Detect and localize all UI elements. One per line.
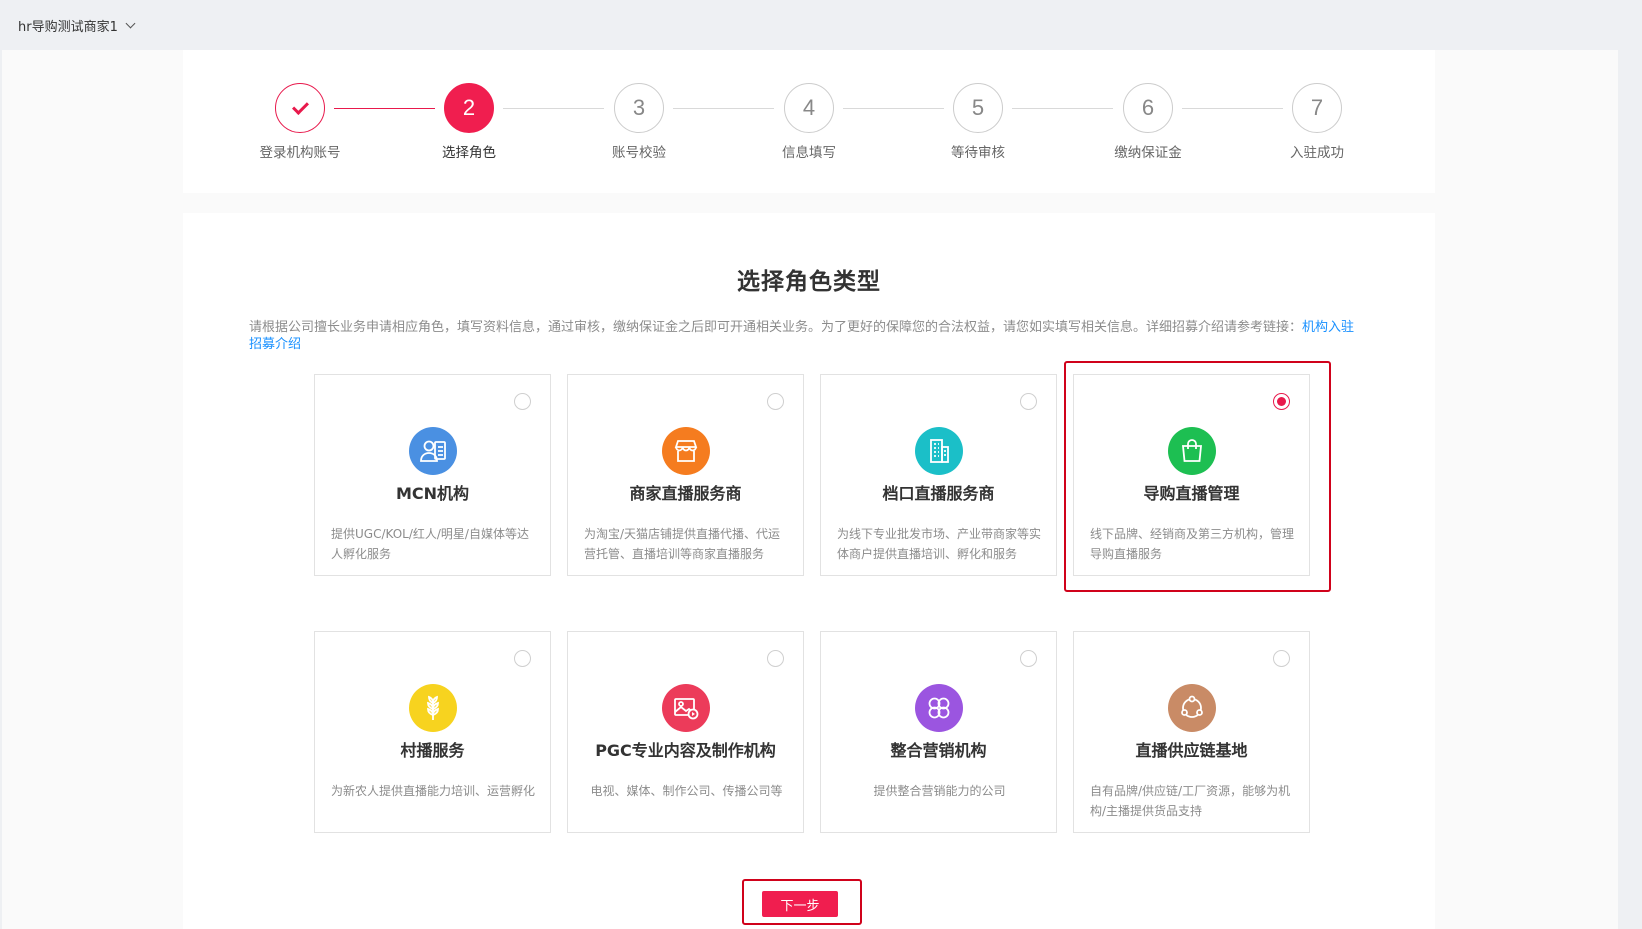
step-label: 账号校验 xyxy=(612,145,666,161)
role-name: 直播供应链基地 xyxy=(1135,741,1248,760)
step-select-role: 2 选择角色 xyxy=(409,83,529,161)
role-name: 村播服务 xyxy=(400,741,465,760)
step-info-fill: 4 信息填写 xyxy=(749,83,869,161)
role-radio[interactable] xyxy=(767,393,784,410)
role-card-mcn[interactable]: MCN机构 提供UGC/KOL/红人/明星/自媒体等达人孵化服务 xyxy=(314,374,551,576)
step-label: 入驻成功 xyxy=(1290,145,1344,161)
role-name: 导购直播管理 xyxy=(1143,484,1240,503)
store-icon xyxy=(662,427,710,475)
step-pay-deposit: 6 缴纳保证金 xyxy=(1088,83,1208,161)
step-label: 信息填写 xyxy=(782,145,836,161)
step-label: 等待审核 xyxy=(951,145,1005,161)
role-radio[interactable] xyxy=(767,650,784,667)
shopping-bag-icon xyxy=(1168,427,1216,475)
merchant-switcher[interactable]: hr导购测试商家1 xyxy=(18,16,136,35)
role-name: 档口直播服务商 xyxy=(882,484,995,503)
step-circle: 5 xyxy=(953,83,1003,133)
cycle-icon xyxy=(1168,684,1216,732)
role-name: 商家直播服务商 xyxy=(629,484,742,503)
role-radio[interactable] xyxy=(514,393,531,410)
role-radio[interactable] xyxy=(1273,393,1290,410)
person-card-icon xyxy=(409,427,457,475)
chevron-down-icon xyxy=(125,18,136,28)
role-description: 为新农人提供直播能力培训、运营孵化 xyxy=(331,784,536,798)
step-circle: 4 xyxy=(784,83,834,133)
role-name: 整合营销机构 xyxy=(890,741,987,760)
role-name: MCN机构 xyxy=(395,484,470,503)
step-account-verify: 3 账号校验 xyxy=(579,83,699,161)
role-card-stall-live-service[interactable]: 档口直播服务商 为线下专业批发市场、产业带商家等实体商户提供直播培训、孵化和服务 xyxy=(820,374,1057,576)
role-description: 为线下专业批发市场、产业带商家等实体商户提供直播培训、孵化和服务 xyxy=(837,527,1042,561)
role-name: PGC专业内容及制作机构 xyxy=(595,741,776,760)
step-label: 缴纳保证金 xyxy=(1114,145,1182,161)
step-login-account: 登录机构账号 xyxy=(240,83,360,161)
step-await-review: 5 等待审核 xyxy=(918,83,1038,161)
top-bar: hr导购测试商家1 xyxy=(0,0,1642,50)
role-radio[interactable] xyxy=(514,650,531,667)
step-label: 登录机构账号 xyxy=(259,145,341,161)
building-icon xyxy=(915,427,963,475)
role-radio[interactable] xyxy=(1273,650,1290,667)
role-card-village-live[interactable]: 村播服务 为新农人提供直播能力培训、运营孵化 xyxy=(314,631,551,833)
role-card-supply-chain-base[interactable]: 直播供应链基地 自有品牌/供应链/工厂资源，能够为机构/主播提供货品支持 xyxy=(1073,631,1310,833)
step-onboard-success: 7 入驻成功 xyxy=(1257,83,1377,161)
merchant-name: hr导购测试商家1 xyxy=(18,19,118,35)
role-description: 自有品牌/供应链/工厂资源，能够为机构/主播提供货品支持 xyxy=(1090,784,1291,818)
step-circle: 7 xyxy=(1292,83,1342,133)
role-description: 电视、媒体、制作公司、传播公司等 xyxy=(590,784,783,798)
description-text: 请根据公司擅长业务申请相应角色，填写资料信息，通过审核，缴纳保证金之后即可开通相… xyxy=(249,320,1303,335)
page-title: 选择角色类型 xyxy=(737,269,881,295)
role-radio[interactable] xyxy=(1020,393,1037,410)
role-description: 提供UGC/KOL/红人/明星/自媒体等达人孵化服务 xyxy=(331,527,529,561)
role-description: 为淘宝/天猫店铺提供直播代播、代运营托管、直播培训等商家直播服务 xyxy=(584,527,781,561)
step-circle: 3 xyxy=(614,83,664,133)
role-description: 提供整合营销能力的公司 xyxy=(873,784,1006,798)
next-step-button[interactable]: 下一步 xyxy=(762,891,838,917)
role-description: 线下品牌、经销商及第三方机构，管理导购直播服务 xyxy=(1090,527,1295,561)
clover-icon xyxy=(915,684,963,732)
step-circle: 6 xyxy=(1123,83,1173,133)
media-icon xyxy=(662,684,710,732)
step-circle xyxy=(275,83,325,133)
wheat-icon xyxy=(409,684,457,732)
page-description: 请根据公司擅长业务申请相应角色，填写资料信息，通过审核，缴纳保证金之后即可开通相… xyxy=(249,319,1359,353)
checkmark-icon xyxy=(291,97,309,115)
role-radio[interactable] xyxy=(1020,650,1037,667)
role-card-guide-live-management[interactable]: 导购直播管理 线下品牌、经销商及第三方机构，管理导购直播服务 xyxy=(1073,374,1310,576)
step-label: 选择角色 xyxy=(442,145,496,161)
role-card-merchant-live-service[interactable]: 商家直播服务商 为淘宝/天猫店铺提供直播代播、代运营托管、直播培训等商家直播服务 xyxy=(567,374,804,576)
step-circle: 2 xyxy=(444,83,494,133)
role-card-pgc-production[interactable]: PGC专业内容及制作机构 电视、媒体、制作公司、传播公司等 xyxy=(567,631,804,833)
role-card-integrated-marketing[interactable]: 整合营销机构 提供整合营销能力的公司 xyxy=(820,631,1057,833)
